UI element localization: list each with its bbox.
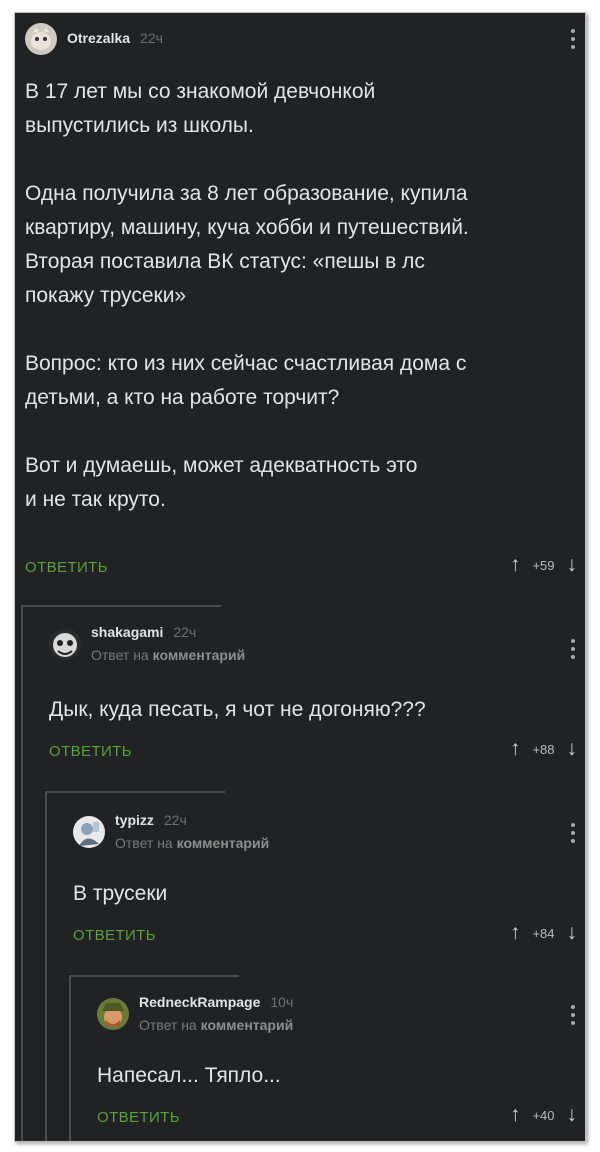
- rating: +88: [532, 741, 555, 757]
- thread-line: [45, 791, 47, 1141]
- comments-panel: Otrezalka 22ч В 17 лет мы со знакомой дев…: [14, 12, 586, 1142]
- comment-header: RedneckRampage 10ч Ответ на комментарий: [97, 993, 293, 1035]
- vote-controls: ↑ +40 ↓: [510, 1103, 577, 1127]
- upvote-arrow-icon[interactable]: ↑: [510, 553, 521, 577]
- thread-line: [21, 605, 221, 607]
- vote-controls: ↑ +59 ↓: [510, 553, 577, 577]
- upvote-arrow-icon[interactable]: ↑: [510, 921, 521, 945]
- downvote-arrow-icon[interactable]: ↓: [567, 1103, 578, 1127]
- upvote-arrow-icon[interactable]: ↑: [510, 1103, 521, 1127]
- rating: +84: [532, 925, 555, 941]
- timestamp: 22ч: [163, 812, 187, 828]
- comment-header: Otrezalka 22ч: [25, 23, 163, 55]
- comment-header: typizz 22ч Ответ на комментарий: [73, 811, 269, 853]
- more-menu-icon[interactable]: [571, 29, 575, 49]
- vote-controls: ↑ +84 ↓: [510, 921, 577, 945]
- avatar[interactable]: [73, 815, 105, 848]
- reply-target-link[interactable]: комментарий: [177, 835, 270, 851]
- downvote-arrow-icon[interactable]: ↓: [567, 921, 578, 945]
- avatar[interactable]: [49, 627, 81, 660]
- more-menu-icon[interactable]: [571, 823, 575, 843]
- reply-button[interactable]: ОТВЕТИТЬ: [73, 927, 156, 944]
- reply-button[interactable]: ОТВЕТИТЬ: [25, 559, 108, 576]
- username[interactable]: shakagami: [91, 624, 163, 640]
- rating: +40: [532, 1107, 555, 1123]
- thread-line: [21, 605, 23, 1141]
- comment-text: В 17 лет мы со знакомой девчонкой выпуст…: [25, 80, 469, 511]
- comment-text: В трусеки: [73, 882, 168, 905]
- reply-to-info: Ответ на комментарий: [91, 647, 245, 665]
- comment-text: Дык, куда песать, я чот не догоняю???: [49, 698, 426, 721]
- reply-prefix: Ответ на: [91, 647, 149, 663]
- downvote-arrow-icon[interactable]: ↓: [567, 553, 578, 577]
- username[interactable]: typizz: [115, 812, 154, 828]
- timestamp: 10ч: [270, 994, 294, 1010]
- downvote-arrow-icon[interactable]: ↓: [567, 737, 578, 761]
- reply-button[interactable]: ОТВЕТИТЬ: [49, 743, 132, 760]
- reply-prefix: Ответ на: [115, 835, 173, 851]
- more-menu-icon[interactable]: [571, 1005, 575, 1025]
- upvote-arrow-icon[interactable]: ↑: [510, 737, 521, 761]
- comment-text: Напесал... Тяпло...: [97, 1064, 281, 1087]
- comment-header: shakagami 22ч Ответ на комментарий: [49, 623, 245, 665]
- avatar[interactable]: [97, 997, 129, 1030]
- avatar[interactable]: [25, 23, 57, 55]
- username[interactable]: Otrezalka: [67, 30, 130, 46]
- reply-to-info: Ответ на комментарий: [115, 835, 269, 853]
- username[interactable]: RedneckRampage: [139, 994, 260, 1010]
- thread-line: [45, 791, 225, 793]
- rating: +59: [532, 557, 555, 573]
- more-menu-icon[interactable]: [571, 639, 575, 659]
- thread-line: [69, 975, 71, 1141]
- timestamp: 22ч: [173, 624, 197, 640]
- reply-to-info: Ответ на комментарий: [139, 1017, 293, 1035]
- timestamp: 22ч: [140, 30, 163, 46]
- thread-line: [69, 975, 239, 977]
- reply-target-link[interactable]: комментарий: [201, 1017, 294, 1033]
- reply-prefix: Ответ на: [139, 1017, 197, 1033]
- vote-controls: ↑ +88 ↓: [510, 737, 577, 761]
- reply-button[interactable]: ОТВЕТИТЬ: [97, 1109, 180, 1126]
- reply-target-link[interactable]: комментарий: [153, 647, 246, 663]
